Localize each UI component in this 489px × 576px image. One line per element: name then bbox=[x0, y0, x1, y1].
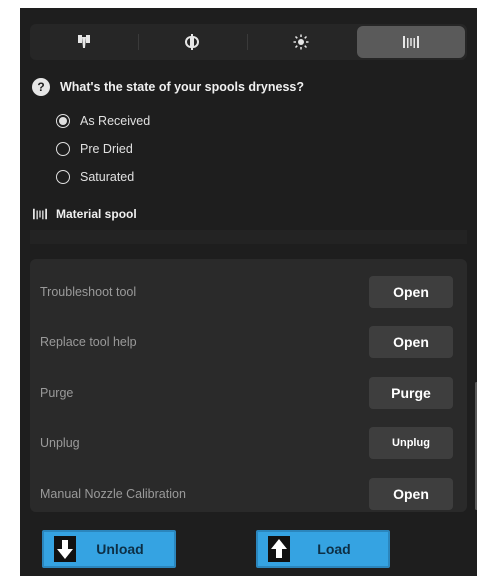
radio-label: Pre Dried bbox=[80, 142, 133, 156]
tool-settings-panel: ? What's the state of your spools drynes… bbox=[20, 8, 477, 576]
material-spool-scroll-area[interactable] bbox=[30, 230, 467, 244]
heater-sun-icon bbox=[293, 34, 309, 50]
replace-tool-open-button[interactable]: Open bbox=[369, 326, 453, 358]
dryness-question-text: What's the state of your spools dryness? bbox=[60, 80, 304, 94]
radio-saturated[interactable]: Saturated bbox=[56, 170, 134, 184]
radio-button[interactable] bbox=[56, 142, 70, 156]
spool-icon bbox=[33, 208, 47, 220]
purge-button[interactable]: Purge bbox=[369, 377, 453, 409]
list-item-troubleshoot-tool: Troubleshoot tool Open bbox=[30, 267, 467, 317]
tab-nozzle[interactable] bbox=[138, 24, 246, 60]
unplug-button[interactable]: Unplug bbox=[369, 427, 453, 459]
tab-spool[interactable] bbox=[356, 26, 465, 58]
list-item-manual-nozzle-calibration: Manual Nozzle Calibration Open bbox=[30, 469, 467, 519]
load-label: Load bbox=[317, 541, 351, 557]
list-item-unplug: Unplug Unplug bbox=[30, 418, 467, 468]
arrow-down-icon bbox=[54, 536, 76, 562]
list-item-label: Troubleshoot tool bbox=[40, 285, 137, 299]
radio-pre-dried[interactable]: Pre Dried bbox=[56, 142, 133, 156]
tool-head-icon bbox=[78, 35, 91, 48]
help-question-icon: ? bbox=[32, 78, 50, 96]
radio-label: Saturated bbox=[80, 170, 135, 184]
list-item-replace-tool-help: Replace tool help Open bbox=[30, 317, 467, 367]
tab-bar bbox=[30, 24, 467, 60]
list-item-label: Replace tool help bbox=[40, 335, 137, 349]
list-item-label: Unplug bbox=[40, 436, 80, 450]
tab-heater[interactable] bbox=[246, 24, 355, 60]
spool-icon bbox=[402, 36, 419, 48]
material-spool-title: Material spool bbox=[56, 207, 137, 221]
radio-button-selected[interactable] bbox=[56, 114, 70, 128]
tab-tool-head[interactable] bbox=[30, 24, 138, 60]
nozzle-icon bbox=[185, 34, 200, 50]
radio-label: As Received bbox=[80, 114, 151, 128]
troubleshoot-open-button[interactable]: Open bbox=[369, 276, 453, 308]
dryness-question: ? What's the state of your spools drynes… bbox=[32, 78, 304, 96]
unload-label: Unload bbox=[96, 541, 144, 557]
list-item-label: Manual Nozzle Calibration bbox=[40, 487, 186, 501]
list-item-label: Purge bbox=[40, 386, 74, 400]
material-spool-header: Material spool bbox=[32, 207, 137, 221]
unload-button[interactable]: Unload bbox=[42, 530, 176, 568]
tool-actions-list: Troubleshoot tool Open Replace tool help… bbox=[30, 259, 467, 512]
nozzle-calibration-open-button[interactable]: Open bbox=[369, 478, 453, 510]
radio-as-received[interactable]: As Received bbox=[56, 114, 150, 128]
radio-button[interactable] bbox=[56, 170, 70, 184]
arrow-up-icon bbox=[268, 536, 290, 562]
load-button[interactable]: Load bbox=[256, 530, 390, 568]
list-item-purge: Purge Purge bbox=[30, 368, 467, 418]
scrollbar[interactable] bbox=[475, 382, 477, 510]
